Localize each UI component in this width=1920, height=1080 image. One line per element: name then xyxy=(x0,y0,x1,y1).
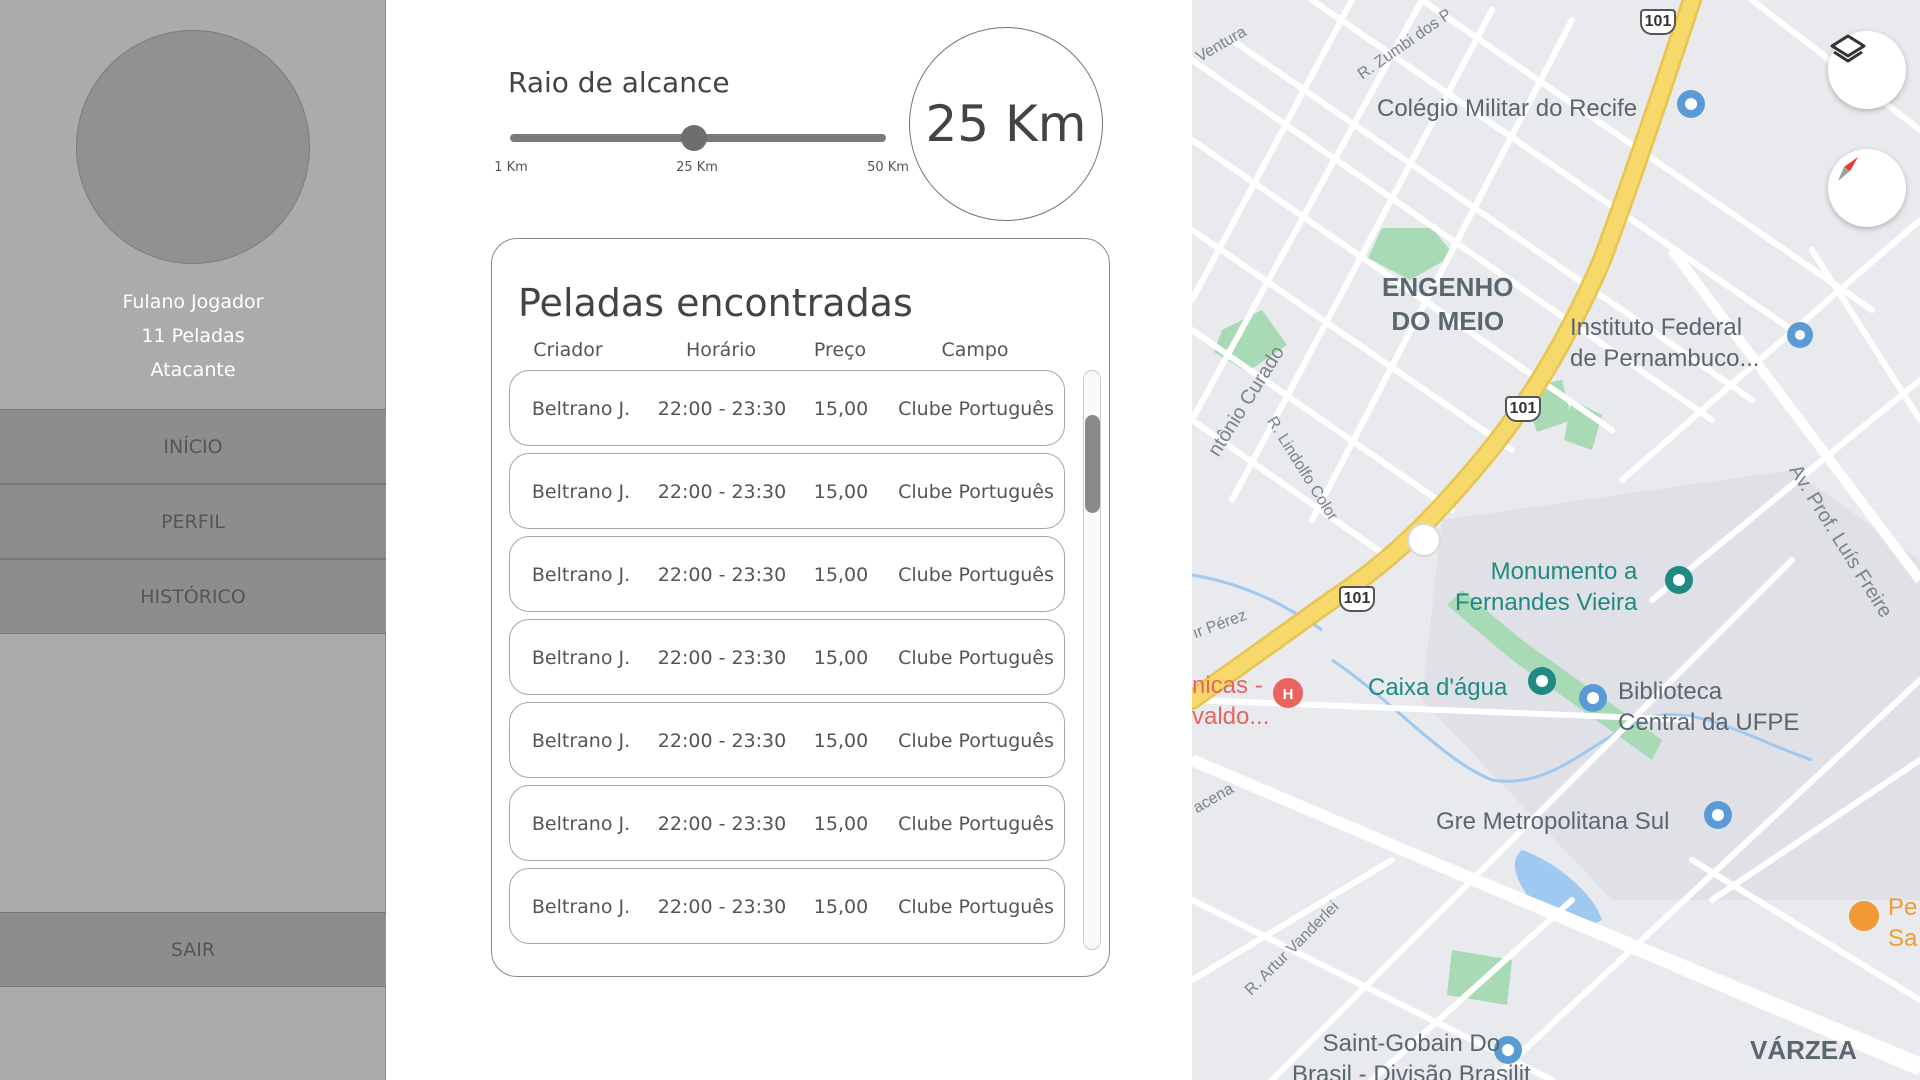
cell-criador: Beltrano J. xyxy=(531,564,631,586)
result-row[interactable]: Beltrano J. 22:00 - 23:30 15,00 Clube Po… xyxy=(509,868,1065,944)
player-position: Atacante xyxy=(150,359,236,381)
results-title: Peladas encontradas xyxy=(518,281,913,325)
cell-campo: Clube Português xyxy=(898,564,1054,586)
route-shield: 101 xyxy=(1505,396,1541,422)
layers-icon xyxy=(1830,34,1866,63)
cell-horario: 22:00 - 23:30 xyxy=(657,730,787,752)
map-place-label: Instituto Federal de Pernambuco... xyxy=(1570,314,1760,372)
cell-campo: Clube Português xyxy=(898,481,1054,503)
cell-campo: Clube Português xyxy=(898,647,1054,669)
cell-preco: 15,00 xyxy=(813,730,869,752)
svg-text:H: H xyxy=(1283,686,1294,703)
map-place-label: Biblioteca Central da UFPE xyxy=(1618,678,1800,736)
map-compass-button[interactable] xyxy=(1828,149,1906,227)
result-row[interactable]: Beltrano J. 22:00 - 23:30 15,00 Clube Po… xyxy=(509,619,1065,695)
range-value-display: 25 Km xyxy=(909,27,1103,221)
cell-horario: 22:00 - 23:30 xyxy=(657,647,787,669)
slider-thumb[interactable] xyxy=(681,125,708,151)
map-place-label: Gre Metropolitana Sul xyxy=(1436,808,1670,835)
map-area-label: VÁRZEA xyxy=(1750,1035,1857,1065)
cell-campo: Clube Português xyxy=(898,896,1054,918)
user-name: Fulano Jogador xyxy=(122,291,264,313)
cell-preco: 15,00 xyxy=(813,481,869,503)
nav-item-perfil[interactable]: PERFIL xyxy=(0,484,386,559)
cell-campo: Clube Português xyxy=(898,730,1054,752)
route-shield: 101 xyxy=(1339,586,1375,612)
cell-criador: Beltrano J. xyxy=(531,481,631,503)
column-header-horario: Horário xyxy=(685,339,757,361)
cell-preco: 15,00 xyxy=(813,896,869,918)
cell-horario: 22:00 - 23:30 xyxy=(657,398,787,420)
cell-preco: 15,00 xyxy=(813,398,869,420)
slider-tick-mid: 25 Km xyxy=(676,160,718,175)
map-place-label: Colégio Militar do Recife xyxy=(1377,95,1638,122)
column-header-criador: Criador xyxy=(533,339,603,361)
sidebar: Fulano Jogador 11 Peladas Atacante INÍCI… xyxy=(0,0,386,1080)
column-header-preco: Preço xyxy=(813,339,867,361)
compass-icon xyxy=(1838,157,1858,181)
result-row[interactable]: Beltrano J. 22:00 - 23:30 15,00 Clube Po… xyxy=(509,785,1065,861)
result-row[interactable]: Beltrano J. 22:00 - 23:30 15,00 Clube Po… xyxy=(509,702,1065,778)
cell-preco: 15,00 xyxy=(813,647,869,669)
games-count: 11 Peladas xyxy=(141,325,245,347)
map-place-label: nicas - valdo... xyxy=(1192,672,1270,730)
result-row[interactable]: Beltrano J. 22:00 - 23:30 15,00 Clube Po… xyxy=(509,453,1065,529)
range-title: Raio de alcance xyxy=(508,66,730,99)
slider-tick-max: 50 Km xyxy=(867,160,909,175)
logout-button[interactable]: SAIR xyxy=(0,912,386,987)
cell-horario: 22:00 - 23:30 xyxy=(657,564,787,586)
cell-criador: Beltrano J. xyxy=(531,730,631,752)
cell-campo: Clube Português xyxy=(898,398,1054,420)
cell-horario: 22:00 - 23:30 xyxy=(657,481,787,503)
cell-preco: 15,00 xyxy=(813,813,869,835)
range-value: 25 Km xyxy=(925,95,1087,153)
map-place-label: Saint-Gobain Do Brasil - Divisão Brasili… xyxy=(1292,1030,1531,1080)
map-base: H xyxy=(1192,0,1920,1080)
range-slider[interactable] xyxy=(508,125,890,151)
nav-item-inicio[interactable]: INÍCIO xyxy=(0,409,386,484)
results-list: Beltrano J. 22:00 - 23:30 15,00 Clube Po… xyxy=(509,370,1065,951)
cell-criador: Beltrano J. xyxy=(531,647,631,669)
cell-criador: Beltrano J. xyxy=(531,398,631,420)
map-layers-button[interactable] xyxy=(1828,31,1906,109)
scrollbar-thumb[interactable] xyxy=(1085,415,1100,513)
map-place-label: Caixa d'água xyxy=(1368,674,1508,701)
map-view[interactable]: H 101 101 101 ENGENHO DO MEIO VÁRZEA Col… xyxy=(1192,0,1920,1080)
result-row[interactable]: Beltrano J. 22:00 - 23:30 15,00 Clube Po… xyxy=(509,536,1065,612)
cell-criador: Beltrano J. xyxy=(531,813,631,835)
cell-criador: Beltrano J. xyxy=(531,896,631,918)
cell-campo: Clube Português xyxy=(898,813,1054,835)
column-header-campo: Campo xyxy=(941,339,1009,361)
nav-item-historico[interactable]: HISTÓRICO xyxy=(0,559,386,634)
cell-horario: 22:00 - 23:30 xyxy=(657,896,787,918)
results-panel: Peladas encontradas Criador Horário Preç… xyxy=(491,238,1110,977)
avatar[interactable] xyxy=(76,30,310,264)
map-place-label: Pe Sa xyxy=(1888,894,1918,952)
route-shield: 101 xyxy=(1640,9,1676,35)
slider-tick-min: 1 Km xyxy=(494,160,528,175)
results-scrollbar[interactable] xyxy=(1083,370,1101,950)
map-place-label: Monumento a Fernandes Vieira xyxy=(1455,558,1638,616)
result-row[interactable]: Beltrano J. 22:00 - 23:30 15,00 Clube Po… xyxy=(509,370,1065,446)
map-area-label: ENGENHO DO MEIO xyxy=(1382,272,1514,336)
cell-preco: 15,00 xyxy=(813,564,869,586)
cell-horario: 22:00 - 23:30 xyxy=(657,813,787,835)
